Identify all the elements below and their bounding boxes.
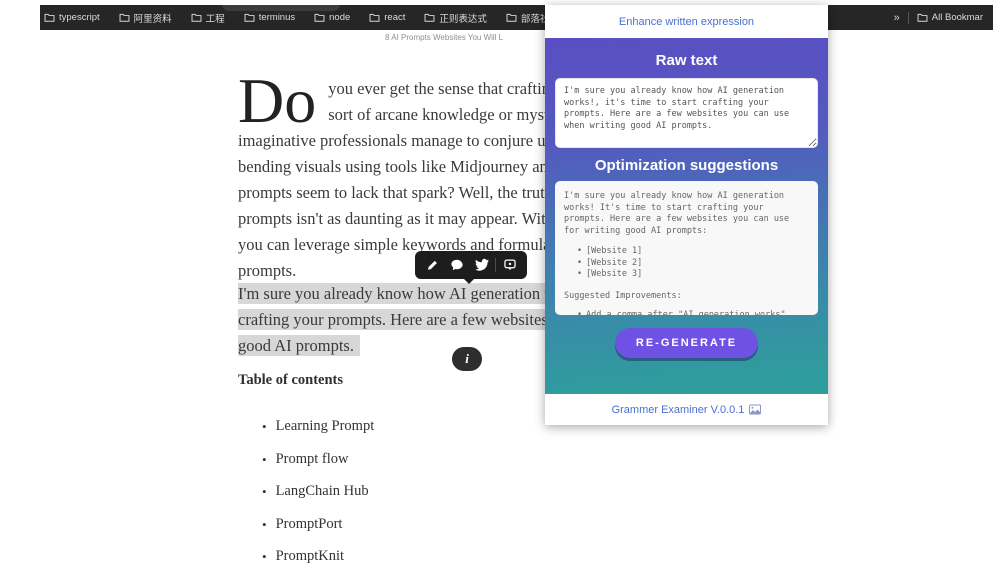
enhance-expression-link[interactable]: Enhance written expression bbox=[619, 16, 754, 28]
folder-icon bbox=[424, 13, 435, 22]
toc-heading: Table of contents bbox=[238, 372, 343, 388]
optimization-suggestions-heading: Optimization suggestions bbox=[594, 157, 779, 174]
bookmark-ali-docs[interactable]: 阿里资料 bbox=[119, 11, 172, 25]
toc-link-promptknit[interactable]: • PromptKnit bbox=[262, 548, 374, 563]
bookmark-label: node bbox=[329, 12, 351, 23]
toc-link-promptport[interactable]: • PromptPort bbox=[262, 516, 374, 549]
toolbar-separator bbox=[495, 258, 496, 272]
highlighted-line: good AI prompts. bbox=[238, 333, 574, 359]
raw-text-heading: Raw text bbox=[655, 52, 718, 69]
re-generate-button[interactable]: RE-GENERATE bbox=[614, 328, 759, 358]
private-note-icon[interactable] bbox=[499, 254, 521, 276]
raw-text-input[interactable]: I'm sure you already know how AI generat… bbox=[555, 78, 818, 148]
popup-footer: Grammer Examiner V.0.0.1 bbox=[545, 394, 828, 425]
bookmark-react[interactable]: react bbox=[369, 12, 405, 23]
suggestion-website-item: [Website 1] bbox=[564, 246, 809, 258]
folder-icon bbox=[314, 13, 325, 22]
bookmark-label: 工程 bbox=[205, 13, 225, 25]
text-selection-toolbar bbox=[415, 251, 527, 284]
bookmark-label: terminus bbox=[258, 12, 296, 23]
extension-version-label: Grammer Examiner V.0.0.1 bbox=[611, 403, 745, 416]
bookmark-label: typescript bbox=[59, 12, 100, 23]
table-of-contents: • Learning Prompt • Prompt flow • LangChain… bbox=[262, 418, 374, 563]
bullet: • bbox=[262, 419, 267, 434]
bullet: • bbox=[262, 549, 267, 563]
toc-link-learning-prompt[interactable]: • Learning Prompt bbox=[262, 418, 374, 451]
bookmark-label: 正则表达式 bbox=[439, 13, 487, 25]
selected-paragraph: I'm sure you already know how AI generat… bbox=[238, 281, 575, 359]
toc-link-langchain-hub[interactable]: • LangChain Hub bbox=[262, 483, 374, 516]
popup-body: Raw text I'm sure you already know how A… bbox=[545, 38, 828, 394]
folder-icon bbox=[369, 13, 380, 22]
highlighted-line: I'm sure you already know how AI generat… bbox=[238, 281, 574, 307]
bookmark-label: 阿里资料 bbox=[133, 13, 172, 25]
bullet: • bbox=[262, 451, 267, 467]
highlight-pencil-icon[interactable] bbox=[422, 254, 444, 276]
toc-link-prompt-flow[interactable]: • Prompt flow bbox=[262, 451, 374, 484]
folder-icon bbox=[191, 13, 202, 22]
grammar-examiner-popup: Enhance written expression Raw text I'm … bbox=[545, 5, 828, 425]
broken-image-icon bbox=[749, 404, 762, 415]
suggestions-output-box: I'm sure you already know how AI generat… bbox=[555, 181, 818, 315]
bookmark-engineering[interactable]: 工程 bbox=[191, 11, 225, 25]
improvement-item: Add a comma after "AI generation works" bbox=[564, 310, 809, 315]
folder-icon bbox=[44, 13, 55, 22]
bookmark-typescript[interactable]: typescript bbox=[44, 12, 100, 23]
bookmarks-divider bbox=[907, 11, 909, 24]
bookmark-regex[interactable]: 正则表达式 bbox=[424, 11, 487, 25]
bookmarks-overflow-chevron[interactable]: » bbox=[894, 12, 900, 24]
bookmarks-bar-right: » All Bookmar bbox=[894, 11, 983, 24]
bookmarks-bar: typescript 阿里资料 工程 terminus node react 正… bbox=[40, 5, 993, 30]
omnibox-bottom-edge bbox=[222, 5, 340, 11]
suggested-improvements-heading: Suggested Improvements: bbox=[564, 290, 682, 301]
bullet: • bbox=[262, 484, 267, 499]
all-bookmarks-label: All Bookmar bbox=[931, 12, 983, 23]
bookmark-terminus[interactable]: terminus bbox=[244, 12, 295, 23]
highlighted-line: crafting your prompts. Here are a few we… bbox=[238, 307, 575, 333]
bookmark-label: react bbox=[384, 12, 406, 23]
bookmark-node[interactable]: node bbox=[314, 12, 350, 23]
all-bookmarks-button[interactable]: All Bookmar bbox=[917, 12, 983, 23]
folder-icon bbox=[917, 13, 928, 22]
folder-icon bbox=[244, 13, 255, 22]
bullet: • bbox=[262, 516, 267, 532]
respond-speech-bubble-icon[interactable] bbox=[446, 254, 468, 276]
suggestion-intro-text: I'm sure you already know how AI generat… bbox=[564, 191, 790, 236]
folder-icon bbox=[119, 13, 130, 22]
dropcap: Do bbox=[238, 65, 317, 136]
extension-info-button[interactable]: i bbox=[452, 347, 482, 371]
twitter-bird-icon[interactable] bbox=[471, 254, 493, 276]
folder-icon bbox=[506, 13, 517, 22]
suggestion-website-item: [Website 3] bbox=[564, 269, 809, 281]
popup-header: Enhance written expression bbox=[545, 5, 828, 38]
page-title-snippet: 8 AI Prompts Websites You Will L bbox=[385, 33, 504, 42]
suggestion-website-item: [Website 2] bbox=[564, 258, 809, 270]
